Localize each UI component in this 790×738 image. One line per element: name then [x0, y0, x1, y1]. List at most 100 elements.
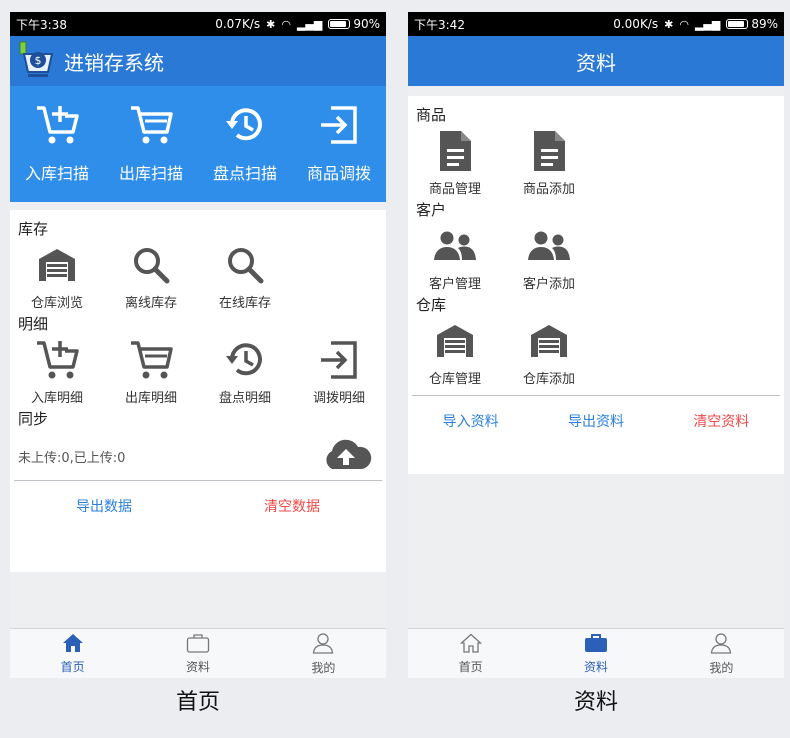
stocktake-scan-label: 盘点扫描 — [212, 164, 277, 183]
offline-inventory-label: 离线库存 — [124, 296, 177, 311]
transfer-icon — [317, 104, 361, 150]
tab-data-label: 资料 — [583, 659, 608, 674]
clear-data-button[interactable]: 清空资料 — [659, 411, 784, 431]
stocktake-details-button[interactable]: 盘点明细 — [198, 337, 292, 406]
tab-mine[interactable]: 我的 — [261, 629, 386, 678]
customer-manage-button[interactable]: 客户管理 — [408, 223, 502, 292]
offline-inventory-button[interactable]: 离线库存 — [104, 242, 198, 311]
data-actions: 导入资料 导出资料 清空资料 — [408, 396, 784, 446]
stock-out-scan-button[interactable]: 出库扫描 — [104, 86, 198, 202]
briefcase-icon — [186, 633, 210, 656]
home-caption: 首页 — [175, 690, 220, 715]
history-icon — [223, 104, 267, 150]
page-title: 资料 — [576, 50, 616, 75]
stocktake-details-label: 盘点明细 — [218, 391, 271, 406]
home-content-card: 库存 仓库浏览 离线库存 在线库存 明细 入库明细 出库明细 盘点明细 调拨明细… — [10, 210, 386, 572]
goods-manage-button[interactable]: 商品管理 — [408, 128, 502, 197]
app-header: 资料 — [408, 36, 784, 86]
cart-plus-icon — [34, 337, 80, 383]
search-icon — [222, 242, 268, 288]
warehouse-browse-label: 仓库浏览 — [30, 296, 83, 311]
battery-icon — [328, 19, 351, 29]
online-inventory-button[interactable]: 在线库存 — [198, 242, 292, 311]
tab-home-label: 首页 — [60, 659, 85, 674]
warehouse-manage-button[interactable]: 仓库管理 — [408, 318, 502, 387]
history-icon — [222, 337, 268, 383]
tab-home[interactable]: 首页 — [408, 629, 533, 678]
briefcase-icon — [584, 633, 608, 656]
warehouse-browse-button[interactable]: 仓库浏览 — [10, 242, 104, 311]
bottom-tab-bar: 首页 资料 我的 — [408, 628, 784, 678]
stock-in-details-button[interactable]: 入库明细 — [10, 337, 104, 406]
warehouse-grid: 仓库管理 仓库添加 — [408, 318, 784, 387]
warehouse-add-label: 仓库添加 — [522, 372, 575, 387]
battery-percent: 89% — [751, 17, 778, 31]
transfer-details-button[interactable]: 调拨明细 — [292, 337, 386, 406]
document-icon — [432, 128, 478, 174]
transfer-icon — [316, 337, 362, 383]
clear-data-button[interactable]: 清空数据 — [198, 496, 386, 516]
tab-mine[interactable]: 我的 — [659, 629, 784, 678]
stock-out-details-label: 出库明细 — [124, 391, 177, 406]
goods-transfer-label: 商品调拨 — [306, 164, 371, 183]
warehouse-icon — [526, 318, 572, 364]
scan-toolbar: 入库扫描 出库扫描 盘点扫描 商品调拨 — [10, 86, 386, 202]
goods-add-button[interactable]: 商品添加 — [502, 128, 596, 197]
customer-manage-label: 客户管理 — [428, 277, 481, 292]
cart-plus-icon — [35, 104, 79, 150]
battery-indicator: 89% — [726, 17, 778, 31]
people-icon — [526, 223, 572, 269]
tab-data[interactable]: 资料 — [533, 629, 658, 678]
battery-icon — [726, 19, 749, 29]
stocktake-scan-button[interactable]: 盘点扫描 — [198, 86, 292, 202]
stock-out-scan-label: 出库扫描 — [118, 164, 183, 183]
details-grid: 入库明细 出库明细 盘点明细 调拨明细 — [10, 337, 386, 406]
status-bar: 下午3:38 0.07K/s ✱ ◠ ▂▄▆ 90% — [10, 12, 386, 36]
warehouse-icon — [34, 242, 80, 288]
export-data-button[interactable]: 导出数据 — [10, 496, 198, 516]
tab-data-label: 资料 — [185, 659, 210, 674]
export-data-button[interactable]: 导出资料 — [533, 411, 658, 431]
customer-add-button[interactable]: 客户添加 — [502, 223, 596, 292]
inventory-section-title: 库存 — [18, 220, 49, 238]
details-section-title: 明细 — [18, 315, 49, 333]
goods-grid: 商品管理 商品添加 — [408, 128, 784, 197]
warehouse-manage-label: 仓库管理 — [428, 372, 481, 387]
warehouse-add-button[interactable]: 仓库添加 — [502, 318, 596, 387]
tab-data[interactable]: 资料 — [135, 629, 260, 678]
stock-in-details-label: 入库明细 — [30, 391, 83, 406]
app-logo-icon: $ — [18, 40, 60, 82]
data-screen: 下午3:42 0.00K/s ✱ ◠ ▂▄▆ 89% 资料 商品 商品管理 商品… — [408, 12, 784, 678]
data-content-card: 商品 商品管理 商品添加 客户 客户管理 客户添加 仓库 仓库管理 仓库添加 导… — [408, 96, 784, 474]
goods-transfer-button[interactable]: 商品调拨 — [292, 86, 386, 202]
goods-section-title: 商品 — [416, 106, 447, 124]
data-actions: 导出数据 清空数据 — [10, 481, 386, 531]
app-title: 进销存系统 — [64, 50, 164, 75]
customers-grid: 客户管理 客户添加 — [408, 223, 784, 292]
tab-mine-label: 我的 — [709, 660, 734, 675]
customer-add-label: 客户添加 — [522, 277, 575, 292]
warehouse-section-title: 仓库 — [416, 296, 447, 314]
stock-in-scan-button[interactable]: 入库扫描 — [10, 86, 104, 202]
bluetooth-icon: ✱ — [664, 17, 674, 31]
goods-manage-label: 商品管理 — [428, 182, 481, 197]
online-inventory-label: 在线库存 — [218, 296, 271, 311]
stock-in-scan-label: 入库扫描 — [24, 164, 89, 183]
import-data-button[interactable]: 导入资料 — [408, 411, 533, 431]
inventory-grid: 仓库浏览 离线库存 在线库存 — [10, 242, 386, 311]
svg-text:$: $ — [35, 54, 42, 67]
document-icon — [526, 128, 572, 174]
stock-out-details-button[interactable]: 出库明细 — [104, 337, 198, 406]
tab-home-label: 首页 — [458, 659, 483, 674]
tab-mine-label: 我的 — [311, 660, 336, 675]
search-icon — [128, 242, 174, 288]
warehouse-icon — [432, 318, 478, 364]
tab-home[interactable]: 首页 — [10, 629, 135, 678]
bluetooth-icon: ✱ — [266, 17, 276, 31]
network-speed: 0.07K/s — [215, 17, 261, 31]
data-caption: 资料 — [573, 690, 618, 715]
cloud-upload-icon[interactable] — [320, 437, 372, 475]
user-icon — [312, 632, 334, 657]
app-header: $ 进销存系统 — [10, 36, 386, 86]
battery-indicator: 90% — [328, 17, 380, 31]
